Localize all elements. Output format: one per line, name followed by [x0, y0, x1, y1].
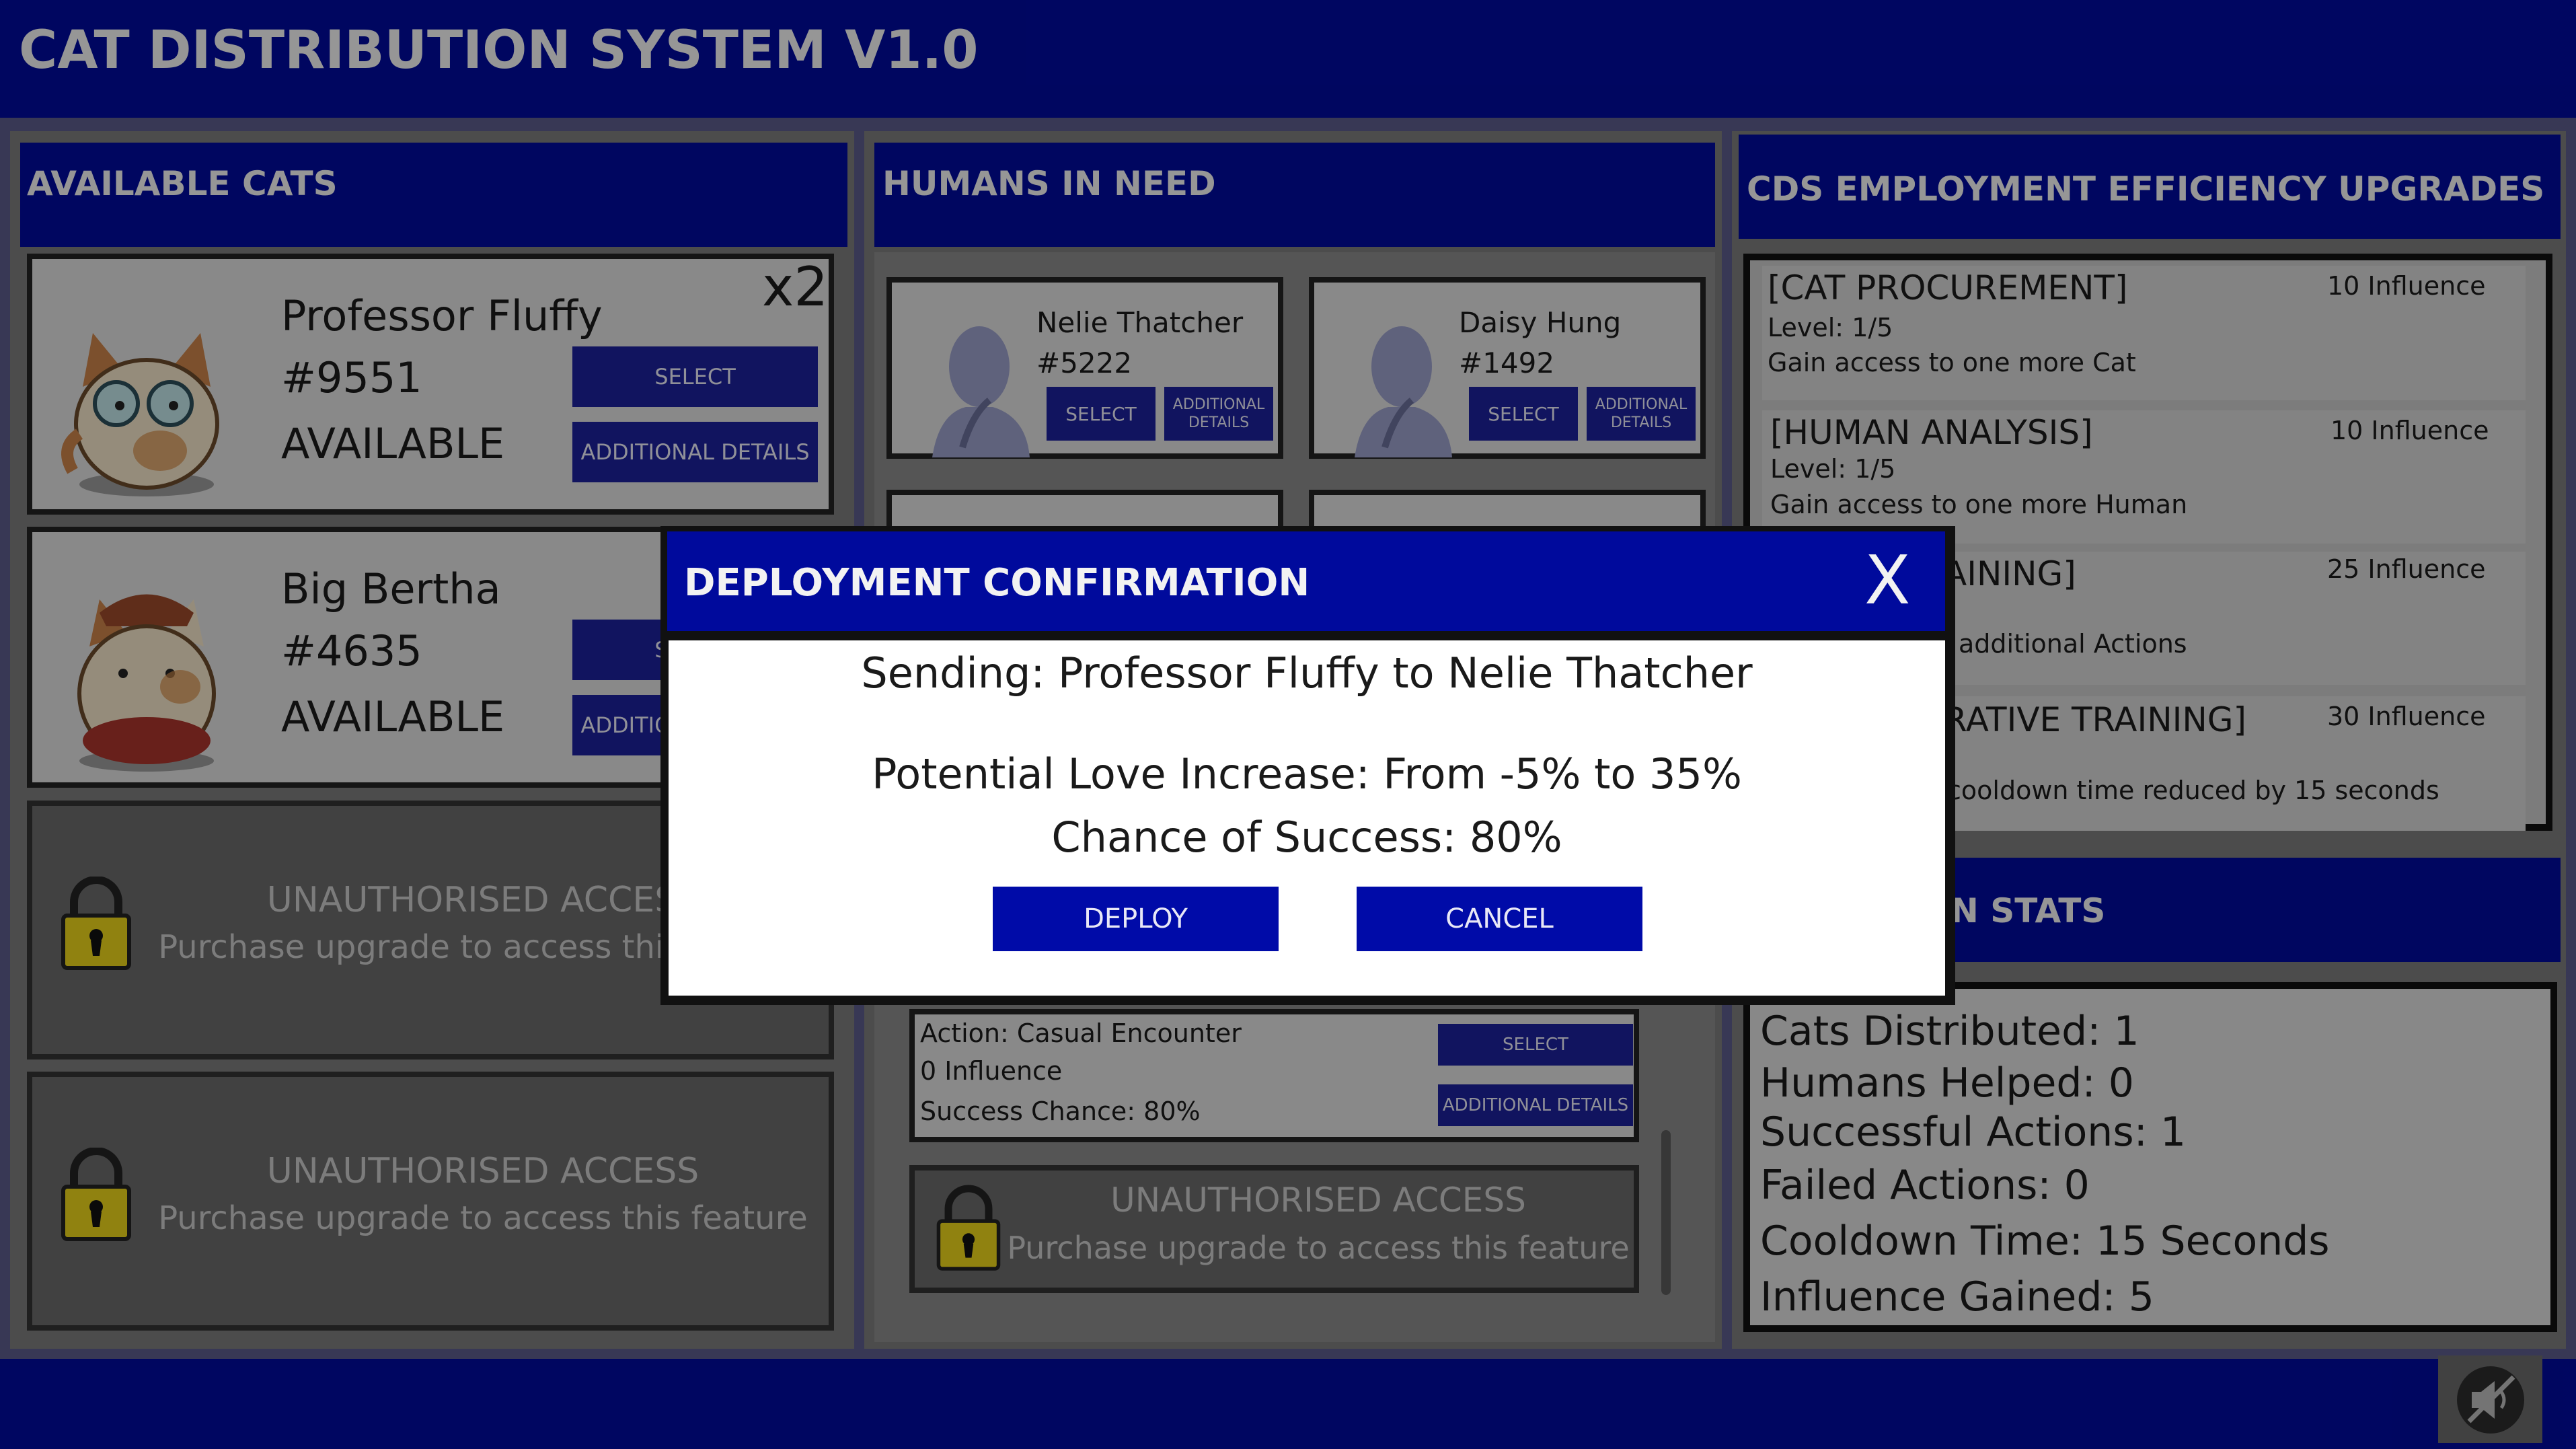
close-icon[interactable]: X — [1864, 541, 1911, 620]
deploy-button[interactable]: DEPLOY — [993, 887, 1279, 951]
game-screen: CAT DISTRIBUTION SYSTEM V1.0 AVAILABLE C… — [0, 0, 2576, 1449]
dialog-title-bar: DEPLOYMENT CONFIRMATION X — [667, 531, 1945, 631]
dialog-body: Sending: Professor Fluffy to Nelie Thatc… — [669, 640, 1945, 996]
love-increase-text: Potential Love Increase: From -5% to 35% — [872, 749, 1742, 798]
cancel-button[interactable]: CANCEL — [1357, 887, 1642, 951]
success-chance-text: Chance of Success: 80% — [1051, 813, 1562, 862]
sending-text: Sending: Professor Fluffy to Nelie Thatc… — [861, 648, 1753, 698]
deployment-dialog: DEPLOYMENT CONFIRMATION X Sending: Profe… — [660, 526, 1955, 1005]
dialog-title: DEPLOYMENT CONFIRMATION — [684, 561, 1310, 605]
